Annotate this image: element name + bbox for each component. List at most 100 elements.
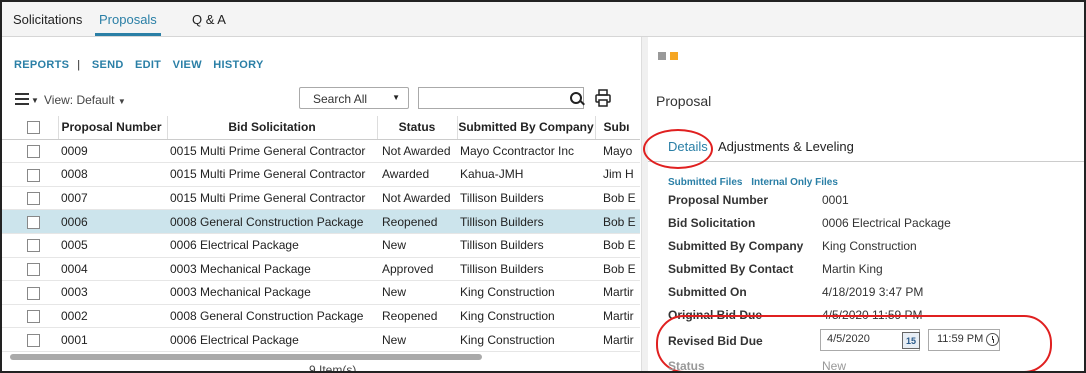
select-all-cell <box>2 116 58 140</box>
chevron-down-icon[interactable]: ▼ <box>31 96 39 105</box>
cell-submitted-by-company: Mayo Ccontractor Inc <box>457 139 595 164</box>
cell-proposal-number: 0003 <box>58 280 167 305</box>
search-icon[interactable] <box>570 92 582 104</box>
cell-submitted-by-company: Tillison Builders <box>457 209 595 234</box>
row-checkbox-cell <box>2 162 58 187</box>
search-scope-select[interactable]: Search All ▼ <box>299 87 409 109</box>
cell-bid-solicitation: 0015 Multi Prime General Contractor <box>167 186 377 211</box>
print-icon[interactable] <box>595 89 611 107</box>
column-header-status[interactable]: Status <box>376 116 457 140</box>
reports-button[interactable]: REPORTS <box>14 59 69 71</box>
cell-status: New <box>377 280 457 305</box>
cell-bid-solicitation: 0003 Mechanical Package <box>167 280 377 305</box>
field-label-submitted-by-company: Submitted By Company <box>668 239 804 253</box>
search-input[interactable] <box>418 87 584 109</box>
row-checkbox-cell <box>2 257 58 282</box>
cell-submitted-by-company: King Construction <box>457 304 595 329</box>
internal-only-files-link[interactable]: Internal Only Files <box>751 177 838 188</box>
top-tab-bar: Solicitations Proposals Q & A <box>2 2 1084 37</box>
row-checkbox-cell <box>2 139 58 164</box>
cell-submitted-by-contact: Bob E <box>595 186 640 211</box>
cell-bid-solicitation: 0006 Electrical Package <box>167 233 377 258</box>
chevron-down-icon: ▼ <box>392 93 400 102</box>
row-checkbox[interactable] <box>27 263 40 277</box>
layout-toggle-icon-active[interactable] <box>670 52 678 60</box>
select-all-checkbox[interactable] <box>27 121 40 135</box>
row-checkbox[interactable] <box>27 192 40 206</box>
cell-status: Reopened <box>377 209 457 234</box>
table-row[interactable]: 0008 0015 Multi Prime General Contractor A… <box>2 162 640 187</box>
cell-proposal-number: 0004 <box>58 257 167 282</box>
column-header-submitted-by-company[interactable]: Submitted By Company <box>456 116 595 140</box>
field-value-status: New <box>822 359 847 373</box>
cell-bid-solicitation: 0015 Multi Prime General Contractor <box>167 139 377 164</box>
row-checkbox-cell <box>2 304 58 329</box>
cell-bid-solicitation: 0003 Mechanical Package <box>167 257 377 282</box>
field-value-submitted-by-contact: Martin King <box>822 262 883 276</box>
cell-proposal-number: 0006 <box>58 209 167 234</box>
field-label-bid-solicitation: Bid Solicitation <box>668 216 756 230</box>
tab-solicitations[interactable]: Solicitations <box>13 12 82 27</box>
cell-submitted-by-company: Kahua-JMH <box>457 162 595 187</box>
table-row[interactable]: 0005 0006 Electrical Package New Tillison B… <box>2 233 640 258</box>
table-row[interactable]: 0003 0003 Mechanical Package New King Const… <box>2 280 640 305</box>
send-button[interactable]: SEND <box>92 59 124 71</box>
cell-submitted-by-contact: Jim H <box>595 162 640 187</box>
cell-submitted-by-company: King Construction <box>457 327 595 352</box>
horizontal-scrollbar[interactable] <box>10 354 482 360</box>
column-header-bid-solicitation[interactable]: Bid Solicitation <box>166 116 377 140</box>
table-row[interactable]: 0009 0015 Multi Prime General Contractor N… <box>2 139 640 164</box>
row-checkbox[interactable] <box>27 310 40 324</box>
cell-submitted-by-contact: Martir <box>595 280 640 305</box>
layout-toggle-icon[interactable] <box>658 52 666 60</box>
search-scope-value: Search All <box>313 92 368 106</box>
field-label-submitted-by-contact: Submitted By Contact <box>668 262 794 276</box>
table-row[interactable]: 0004 0003 Mechanical Package Approved Tilli… <box>2 257 640 282</box>
table-header-row: Proposal Number Bid Solicitation Status … <box>2 116 640 140</box>
field-value-submitted-by-company: King Construction <box>822 239 917 253</box>
row-checkbox[interactable] <box>27 145 40 159</box>
file-links: Submitted Files Internal Only Files <box>668 177 844 188</box>
field-value-bid-solicitation: 0006 Electrical Package <box>822 216 951 230</box>
history-button[interactable]: HISTORY <box>213 59 263 71</box>
table-row[interactable]: 0007 0015 Multi Prime General Contractor N… <box>2 186 640 211</box>
row-checkbox[interactable] <box>27 168 40 182</box>
list-toolbar: ▼ View: Default ▼ Search All ▼ <box>2 85 640 115</box>
view-selector[interactable]: View: Default ▼ <box>44 93 126 107</box>
cell-submitted-by-contact: Martir <box>595 304 640 329</box>
field-value-submitted-on: 4/18/2019 3:47 PM <box>822 285 924 299</box>
cell-bid-solicitation: 0008 General Construction Package <box>167 209 377 234</box>
row-checkbox[interactable] <box>27 215 40 229</box>
tab-proposals[interactable]: Proposals <box>95 12 161 36</box>
row-checkbox-cell <box>2 186 58 211</box>
row-checkbox[interactable] <box>27 239 40 253</box>
cell-submitted-by-contact: Bob E <box>595 257 640 282</box>
cell-status: Not Awarded <box>377 139 457 164</box>
view-label: View: Default <box>44 93 115 107</box>
column-header-proposal-number[interactable]: Proposal Number <box>57 116 167 140</box>
table-row[interactable]: 0002 0008 General Construction Package Reo… <box>2 304 640 329</box>
cell-proposal-number: 0001 <box>58 327 167 352</box>
row-checkbox[interactable] <box>27 286 40 300</box>
row-checkbox-cell <box>2 280 58 305</box>
cell-proposal-number: 0007 <box>58 186 167 211</box>
field-label-proposal-number: Proposal Number <box>668 193 769 207</box>
table-row[interactable]: 0001 0006 Electrical Package New King Const… <box>2 327 640 352</box>
view-button[interactable]: VIEW <box>173 59 202 71</box>
submitted-files-link[interactable]: Submitted Files <box>668 177 742 188</box>
cell-proposal-number: 0005 <box>58 233 167 258</box>
column-header-submitted-by-contact[interactable]: Subı <box>594 116 640 140</box>
field-value-proposal-number: 0001 <box>822 193 849 207</box>
tab-adjustments-leveling[interactable]: Adjustments & Leveling <box>718 139 854 154</box>
cell-submitted-by-contact: Bob E <box>595 209 640 234</box>
edit-button[interactable]: EDIT <box>135 59 161 71</box>
item-count: 9 Item(s) <box>309 363 357 373</box>
cell-status: Approved <box>377 257 457 282</box>
tab-qa[interactable]: Q & A <box>192 12 226 27</box>
cell-status: Not Awarded <box>377 186 457 211</box>
row-checkbox-cell <box>2 327 58 352</box>
row-checkbox[interactable] <box>27 333 40 347</box>
table-row[interactable]: 0006 0008 General Construction Package Reo… <box>2 209 640 234</box>
cell-status: Reopened <box>377 304 457 329</box>
menu-icon[interactable] <box>15 93 29 105</box>
